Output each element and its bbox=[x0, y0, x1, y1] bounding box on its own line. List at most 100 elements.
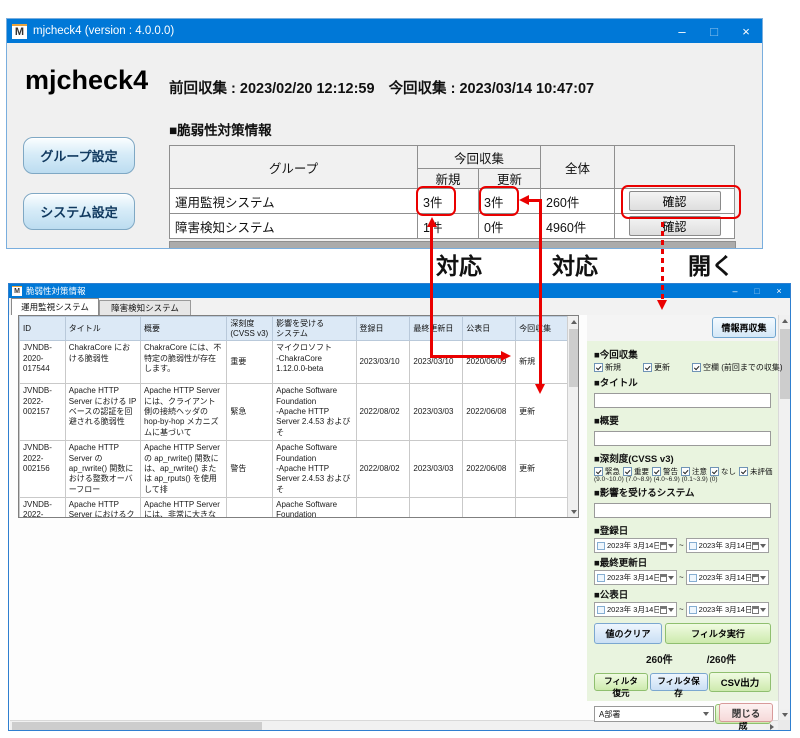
scroll-down-icon[interactable] bbox=[779, 709, 791, 720]
checkbox-icon bbox=[692, 363, 701, 372]
tab-operation-monitoring[interactable]: 運用監視システム bbox=[11, 298, 99, 315]
checkbox-new[interactable]: 新規 bbox=[594, 362, 621, 373]
col-published[interactable]: 公表日 bbox=[463, 317, 516, 341]
scrollbar-thumb[interactable] bbox=[12, 722, 262, 731]
calendar-icon bbox=[660, 542, 667, 550]
cell-summary: Apache HTTP Server の ap_rwrite() 関数には、ap… bbox=[140, 441, 226, 498]
arrow-down-icon bbox=[535, 384, 545, 394]
updated-from-datepicker[interactable]: 2023年 3月14日 bbox=[594, 570, 677, 585]
cell-updated: 2023/03/03 bbox=[410, 384, 463, 441]
app-name: mjcheck4 bbox=[25, 65, 148, 96]
checkbox-unrated[interactable]: 未評価 bbox=[739, 466, 773, 477]
date-value: 2023年 3月14日 bbox=[607, 540, 659, 551]
cell-id: JVNDB- 2022- 002155 bbox=[20, 498, 66, 518]
col-header-total: 全体 bbox=[541, 146, 615, 189]
arrow-line bbox=[430, 226, 433, 357]
col-header-group: グループ bbox=[170, 146, 418, 189]
vulnerability-table: ID タイトル 概要 深刻度 (CVSS v3) 影響を受ける システム 登録日… bbox=[18, 315, 579, 518]
vulnerability-row[interactable]: JVNDB- 2022- 002157 Apache HTTP Server に… bbox=[20, 384, 568, 441]
cell-id: JVNDB- 2020- 017544 bbox=[20, 341, 66, 384]
summary-filter-input[interactable] bbox=[594, 431, 771, 446]
col-updated[interactable]: 最終更新日 bbox=[410, 317, 463, 341]
department-select[interactable]: A部署 bbox=[594, 706, 714, 722]
checkbox-icon bbox=[597, 542, 605, 550]
calendar-icon bbox=[660, 606, 667, 614]
cell-summary: Apache HTTP Server には、クライアント側の接続ヘッダの hop… bbox=[140, 384, 226, 441]
checkbox-label: 空欄 (前回までの収集) bbox=[703, 362, 783, 373]
checkbox-blank[interactable]: 空欄 (前回までの収集) bbox=[692, 362, 783, 373]
csv-export-button[interactable]: CSV出力 bbox=[709, 672, 771, 692]
run-filter-button[interactable]: フィルタ実行 bbox=[665, 623, 771, 644]
severity-ranges: (9.0~10.0) (7.0~8.9) (4.0~6.9) (0.1~3.9)… bbox=[594, 476, 771, 483]
detail-window: M 脆弱性対策情報 – □ × 運用監視システム 障害検知システム ID タイト… bbox=[8, 283, 791, 731]
scrollbar-corner bbox=[778, 720, 790, 731]
vulnerability-row[interactable]: JVNDB- 2020- 017544 ChakraCore における脆弱性 C… bbox=[20, 341, 568, 384]
registered-to-datepicker[interactable]: 2023年 3月14日 bbox=[686, 538, 769, 553]
section-title: ■脆弱性対策情報 bbox=[169, 119, 272, 139]
group-name: 障害検知システム bbox=[170, 214, 418, 239]
recollect-button[interactable]: 情報再収集 bbox=[712, 317, 776, 338]
registered-from-datepicker[interactable]: 2023年 3月14日 bbox=[594, 538, 677, 553]
maximize-button[interactable]: □ bbox=[698, 19, 730, 43]
group-settings-button[interactable]: グループ設定 bbox=[23, 137, 135, 174]
col-registered[interactable]: 登録日 bbox=[356, 317, 410, 341]
system-settings-button[interactable]: システム設定 bbox=[23, 193, 135, 230]
published-from-datepicker[interactable]: 2023年 3月14日 bbox=[594, 602, 677, 617]
arrow-line bbox=[539, 199, 542, 385]
dropdown-icon bbox=[668, 576, 674, 580]
filtered-count: 260件 bbox=[646, 651, 673, 666]
close-button[interactable]: × bbox=[730, 19, 762, 43]
arrow-right-icon bbox=[501, 351, 511, 361]
filter-summary-label: ■概要 bbox=[594, 413, 771, 427]
checkbox-icon bbox=[594, 363, 603, 372]
scroll-up-icon[interactable] bbox=[779, 315, 791, 326]
col-summary[interactable]: 概要 bbox=[140, 317, 226, 341]
tab-failure-detection[interactable]: 障害検知システム bbox=[99, 300, 191, 315]
scrollbar-thumb[interactable] bbox=[569, 329, 578, 387]
main-window-title: mjcheck4 (version : 4.0.0.0) bbox=[33, 25, 174, 37]
col-header-action bbox=[615, 146, 735, 189]
close-window-button[interactable]: 閉じる bbox=[719, 703, 773, 722]
panel-scrollbar-vertical[interactable] bbox=[778, 315, 790, 720]
cell-system: Apache Software Foundation -Apache HTTP … bbox=[273, 441, 356, 498]
col-title[interactable]: タイトル bbox=[65, 317, 140, 341]
date-range-separator: ~ bbox=[679, 541, 684, 550]
cell-severity: 重要 bbox=[227, 341, 273, 384]
checkbox-update[interactable]: 更新 bbox=[643, 362, 670, 373]
filter-severity-label: ■深刻度(CVSS v3) bbox=[594, 451, 771, 465]
col-severity[interactable]: 深刻度 (CVSS v3) bbox=[227, 317, 273, 341]
cell-updated: 2023/03/03 bbox=[410, 498, 463, 518]
cell-title: Apache HTTP Server におけるクラッシュされる脆弱性 bbox=[65, 498, 140, 518]
date-value: 2023年 3月14日 bbox=[607, 572, 659, 583]
date-value: 2023年 3月14日 bbox=[699, 604, 751, 615]
vulnerability-row[interactable]: JVNDB- 2022- 002156 Apache HTTP Server の… bbox=[20, 441, 568, 498]
restore-filter-button[interactable]: フィルタ復元 bbox=[594, 673, 648, 691]
calendar-icon bbox=[752, 606, 759, 614]
system-filter-input[interactable] bbox=[594, 503, 771, 518]
highlight-box-update-count bbox=[479, 186, 519, 216]
main-titlebar: M mjcheck4 (version : 4.0.0.0) – □ × bbox=[7, 19, 762, 43]
maximize-button[interactable]: □ bbox=[746, 284, 768, 298]
main-window-controls: – □ × bbox=[666, 19, 762, 43]
col-id[interactable]: ID bbox=[20, 317, 66, 341]
confirm-button[interactable]: 確認 bbox=[629, 216, 721, 236]
published-to-datepicker[interactable]: 2023年 3月14日 bbox=[686, 602, 769, 617]
minimize-button[interactable]: – bbox=[724, 284, 746, 298]
updated-to-datepicker[interactable]: 2023年 3月14日 bbox=[686, 570, 769, 585]
cell-registered: 2022/08/02 bbox=[356, 441, 410, 498]
save-filter-button[interactable]: フィルタ保存 bbox=[650, 673, 708, 691]
close-button[interactable]: × bbox=[768, 284, 790, 298]
title-filter-input[interactable] bbox=[594, 393, 771, 408]
minimize-button[interactable]: – bbox=[666, 19, 698, 43]
checkbox-icon bbox=[643, 363, 652, 372]
scroll-down-icon[interactable] bbox=[568, 506, 579, 517]
clear-values-button[interactable]: 値のクリア bbox=[594, 623, 662, 644]
cell-published: 2022/06/08 bbox=[463, 498, 516, 518]
calendar-icon bbox=[660, 574, 667, 582]
highlight-box-new-count bbox=[416, 186, 456, 216]
filter-registered-label: ■登録日 bbox=[594, 523, 771, 537]
vulnerability-row[interactable]: JVNDB- 2022- 002155 Apache HTTP Server に… bbox=[20, 498, 568, 518]
scroll-up-icon[interactable] bbox=[568, 316, 579, 327]
table-scrollbar[interactable] bbox=[567, 316, 578, 517]
col-system[interactable]: 影響を受ける システム bbox=[273, 317, 356, 341]
